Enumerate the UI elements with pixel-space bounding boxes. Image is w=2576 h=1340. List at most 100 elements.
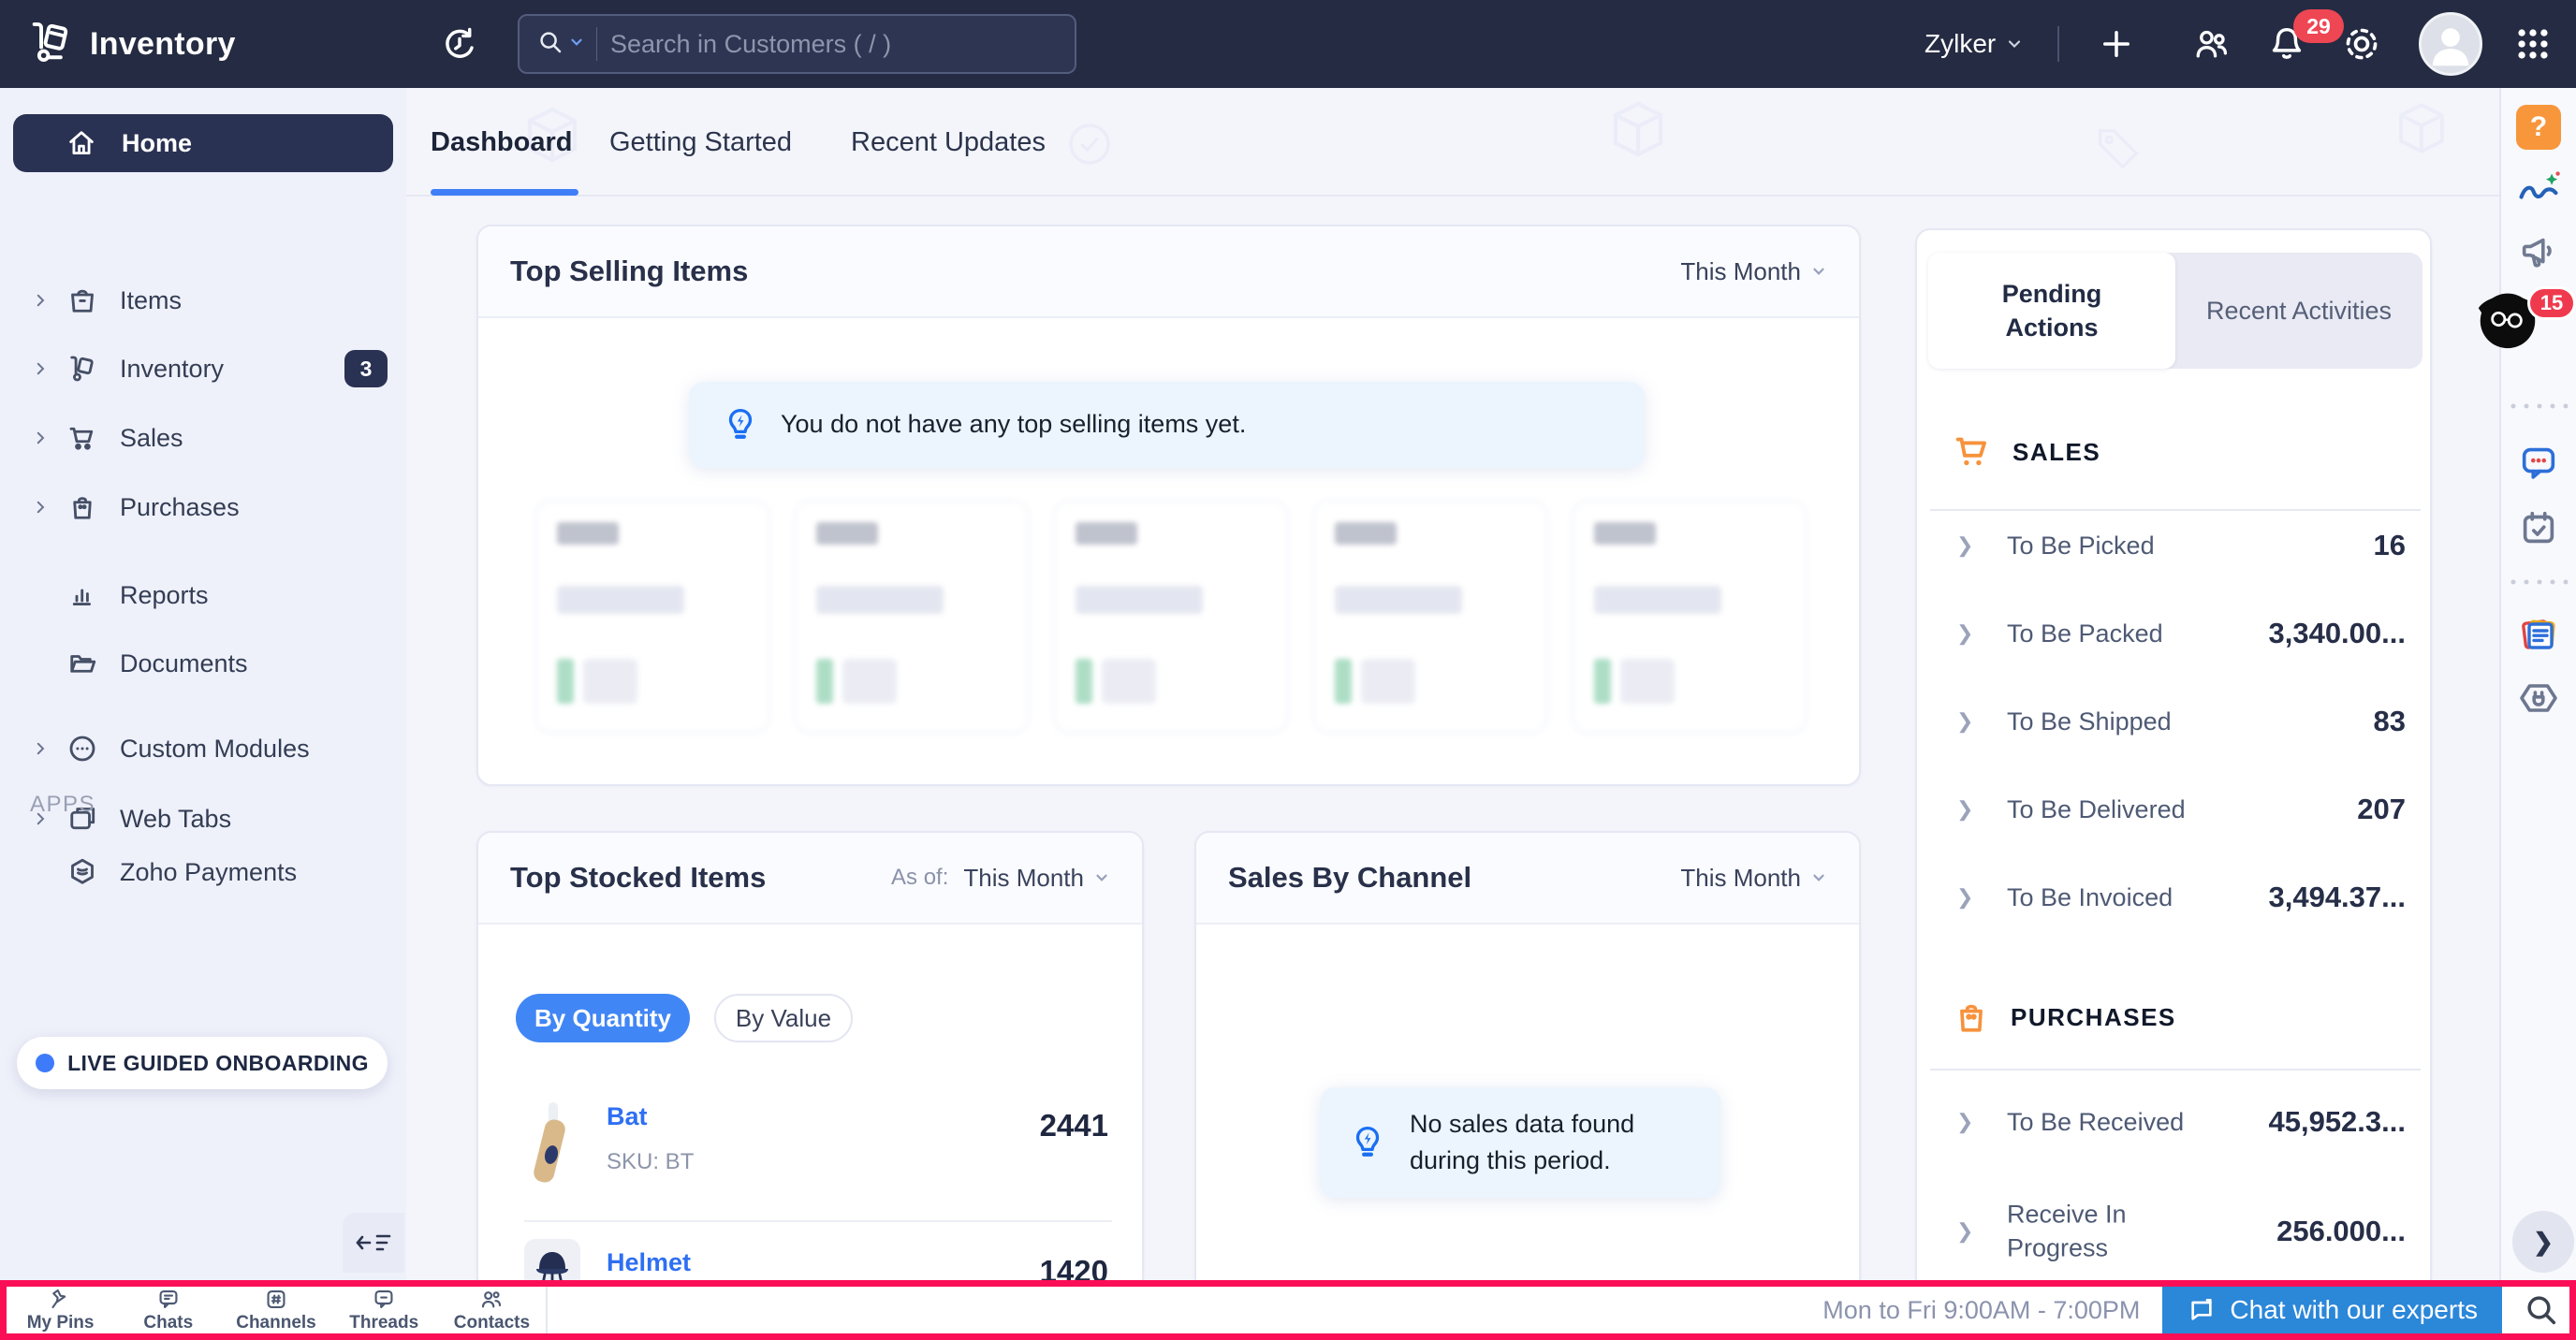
item-name-link[interactable]: Helmet (607, 1248, 691, 1277)
stocked-item-row[interactable]: Helmet 1420 (478, 1233, 1142, 1280)
sidebar-item-zoho-payments[interactable]: Zoho Payments (0, 842, 406, 902)
cliq-chat-icon[interactable] (2517, 441, 2560, 484)
dock-my-pins[interactable]: My Pins (7, 1287, 114, 1333)
sidebar-collapse-button[interactable] (343, 1213, 404, 1273)
sidebar-item-sales[interactable]: Sales (0, 408, 406, 468)
sales-cart-icon (1951, 430, 1994, 473)
zia-icon[interactable] (2514, 167, 2563, 215)
sidebar-item-home[interactable]: Home (13, 114, 393, 172)
pending-row-to-be-received[interactable]: ❯To Be Received45,952.3... (1917, 1089, 2434, 1155)
quick-add-button[interactable] (2097, 0, 2136, 88)
pending-actions-panel: Pending Actions Recent Activities SALES … (1915, 228, 2432, 1280)
app-logo[interactable]: Inventory (26, 0, 236, 88)
sidebar-item-reports[interactable]: Reports (0, 565, 406, 625)
cliq-dock: My Pins Chats Channels Threads (7, 1287, 548, 1333)
tab-getting-started[interactable]: Getting Started (609, 88, 792, 197)
sidebar: Home Items Inventory 3 (0, 88, 406, 1280)
pending-row-to-be-shipped[interactable]: ❯To Be Shipped83 (1917, 689, 2434, 754)
card-title: Top Stocked Items (510, 861, 766, 895)
tab-pending-actions[interactable]: Pending Actions (1928, 253, 2175, 369)
topbar: Inventory Search in Customers ( / ) Zylk… (0, 0, 2576, 88)
sidebar-item-purchases[interactable]: Purchases (0, 477, 406, 537)
chevron-right-icon[interactable] (32, 360, 49, 377)
top-selling-period-select[interactable]: This Month (1680, 257, 1827, 286)
chevron-down-icon (1810, 869, 1827, 886)
pin-icon (47, 1287, 75, 1312)
card-title: Top Selling Items (510, 255, 748, 288)
period-value: This Month (1680, 864, 1801, 893)
by-quantity-toggle[interactable]: By Quantity (516, 994, 690, 1042)
sidebar-item-inventory[interactable]: Inventory 3 (0, 339, 406, 399)
items-bag-icon (66, 284, 99, 317)
sidebar-item-items[interactable]: Items (0, 270, 406, 330)
period-value: This Month (963, 864, 1084, 893)
item-quantity: 1420 (1040, 1254, 1108, 1280)
user-avatar[interactable] (2419, 12, 2482, 76)
pending-row-receive-in-progress[interactable]: ❯Receive In Progress256.000... (1917, 1185, 2434, 1278)
item-name-link[interactable]: Bat (607, 1102, 648, 1131)
sidebar-item-label: Custom Modules (120, 735, 310, 764)
chevron-right-icon[interactable] (32, 499, 49, 516)
chat-bubble-icon (2187, 1295, 2217, 1325)
org-selector[interactable]: Zylker (1925, 0, 2024, 88)
item-quantity: 2441 (1040, 1108, 1108, 1143)
reports-chart-icon (66, 578, 99, 612)
bat-item-image (524, 1100, 580, 1195)
dock-chats[interactable]: Chats (114, 1287, 222, 1333)
panel-tabs: Pending Actions Recent Activities (1928, 253, 2422, 369)
chats-icon (154, 1287, 183, 1312)
tab-dashboard[interactable]: Dashboard (431, 88, 572, 197)
skeleton-item (794, 500, 1030, 734)
sales-by-channel-period-select[interactable]: This Month (1680, 864, 1827, 893)
onboarding-label: LIVE GUIDED ONBOARDING (67, 1051, 369, 1076)
chevron-right-icon[interactable] (32, 292, 49, 309)
dots-separator (2511, 580, 2569, 585)
tab-recent-activities[interactable]: Recent Activities (2175, 253, 2422, 369)
app-title: Inventory (90, 26, 236, 63)
item-sku: SKU: BT (607, 1149, 694, 1175)
empty-message: No sales data found during this period. (1410, 1106, 1634, 1179)
integrations-plug-icon[interactable] (2516, 676, 2561, 721)
threads-icon (370, 1287, 398, 1312)
main-content: Dashboard Getting Started Recent Updates… (406, 88, 2499, 1280)
history-refresh-icon[interactable] (438, 23, 481, 71)
pending-row-to-be-invoiced[interactable]: ❯To Be Invoiced3,494.37... (1917, 865, 2434, 930)
live-dot-icon (36, 1054, 54, 1072)
cliq-bottom-bar: My Pins Chats Channels Threads (0, 1280, 2576, 1340)
chevron-right-icon[interactable] (32, 740, 49, 757)
channels-icon (262, 1287, 290, 1312)
announcements-megaphone-icon[interactable] (2517, 231, 2560, 274)
search-scope-chevron-icon[interactable] (568, 34, 585, 55)
help-button[interactable]: ? (2516, 105, 2561, 150)
sidebar-item-custom-modules[interactable]: Custom Modules (0, 719, 406, 779)
sidebar-item-documents[interactable]: Documents (0, 634, 406, 693)
calendar-tasks-icon[interactable] (2517, 506, 2560, 549)
pending-row-to-be-delivered[interactable]: ❯To Be Delivered207 (1917, 777, 2434, 842)
pending-row-to-be-picked[interactable]: ❯To Be Picked16 (1917, 513, 2434, 578)
app-grid-icon[interactable] (2512, 0, 2554, 88)
top-stocked-period-select[interactable]: As of: This Month (891, 864, 1110, 893)
notification-count-badge: 29 (2293, 9, 2344, 43)
topbar-divider (2057, 26, 2059, 62)
stocked-item-row[interactable]: Bat SKU: BT 2441 (478, 1097, 1142, 1213)
dock-contacts[interactable]: Contacts (438, 1287, 546, 1333)
dots-separator (2511, 404, 2569, 409)
chat-with-experts-button[interactable]: Chat with our experts (2162, 1287, 2502, 1333)
sales-by-channel-header: Sales By Channel This Month (1196, 833, 1859, 925)
whats-new-docs-icon[interactable] (2516, 612, 2561, 657)
zoho-payments-icon (66, 855, 99, 889)
panel-expand-button[interactable]: ❯ (2512, 1211, 2574, 1273)
app-screen: Inventory Search in Customers ( / ) Zylk… (0, 0, 2576, 1340)
by-value-toggle[interactable]: By Value (714, 994, 853, 1042)
settings-gear-icon[interactable] (2340, 0, 2383, 88)
chevron-right-icon[interactable] (32, 430, 49, 446)
users-icon[interactable] (2190, 0, 2232, 88)
bottom-search-icon[interactable] (2523, 1291, 2560, 1329)
tab-recent-updates[interactable]: Recent Updates (851, 88, 1046, 197)
pending-row-to-be-packed[interactable]: ❯To Be Packed3,340.00... (1917, 601, 2434, 666)
inventory-count-badge: 3 (344, 350, 388, 387)
global-search-input[interactable]: Search in Customers ( / ) (518, 14, 1076, 74)
live-guided-onboarding-button[interactable]: LIVE GUIDED ONBOARDING (17, 1037, 388, 1089)
dock-threads[interactable]: Threads (330, 1287, 438, 1333)
dock-channels[interactable]: Channels (222, 1287, 329, 1333)
